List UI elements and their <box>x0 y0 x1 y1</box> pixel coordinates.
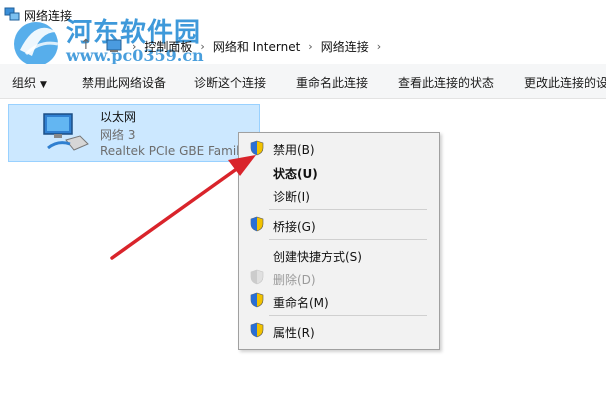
diagnose-connection-button[interactable]: 诊断这个连接 <box>194 74 266 91</box>
menu-item-diagnose[interactable]: 诊断(I) <box>273 188 310 205</box>
menu-separator <box>269 239 427 240</box>
caret-down-icon: ▼ <box>40 80 47 90</box>
menu-item-create-shortcut[interactable]: 创建快捷方式(S) <box>273 248 362 265</box>
menu-item-delete: 删除(D) <box>273 273 316 287</box>
control-panel-icon <box>106 39 122 52</box>
chevron-right-icon[interactable]: › <box>308 40 312 53</box>
menu-separator <box>269 209 427 210</box>
breadcrumb-control-panel[interactable]: 控制面板 <box>144 38 192 55</box>
breadcrumb-network-internet[interactable]: 网络和 Internet <box>213 38 300 55</box>
menu-item-properties[interactable]: 属性(R) <box>273 324 315 341</box>
organize-button[interactable]: 组织 ▼ <box>12 74 47 91</box>
chevron-right-icon[interactable]: › <box>377 40 381 53</box>
menu-item-bridge[interactable]: 桥接(G) <box>273 218 316 235</box>
menu-item-rename[interactable]: 重命名(M) <box>273 294 329 311</box>
uac-shield-icon <box>250 292 264 308</box>
organize-label: 组织 <box>12 76 37 90</box>
chevron-right-icon[interactable]: › <box>200 40 204 53</box>
uac-shield-icon <box>250 269 264 285</box>
command-bar: 组织 ▼ 禁用此网络设备 诊断这个连接 重命名此连接 查看此连接的状态 更改此连接… <box>0 64 606 99</box>
rename-connection-button[interactable]: 重命名此连接 <box>296 74 368 91</box>
chevron-right-icon[interactable]: › <box>132 40 136 53</box>
uac-shield-icon <box>250 140 264 156</box>
uac-shield-icon <box>250 216 264 232</box>
uac-shield-icon <box>250 322 264 338</box>
view-status-button[interactable]: 查看此连接的状态 <box>398 74 494 91</box>
breadcrumb: › 控制面板 › 网络和 Internet › 网络连接 › <box>124 38 389 55</box>
context-menu: 禁用(B) 状态(U) 诊断(I) 桥接(G) 创建快捷方式(S) 删除(D) … <box>238 132 440 350</box>
breadcrumb-network-connections[interactable]: 网络连接 <box>321 38 369 55</box>
adapter-network: 网络 3 <box>100 128 136 142</box>
disable-device-button[interactable]: 禁用此网络设备 <box>82 74 166 91</box>
change-settings-button[interactable]: 更改此连接的设 <box>524 74 606 91</box>
menu-item-status[interactable]: 状态(U) <box>273 165 318 182</box>
menu-item-disable[interactable]: 禁用(B) <box>273 141 315 158</box>
adapter-name: 以太网 <box>100 110 137 124</box>
menu-separator <box>269 315 427 316</box>
adapter-device: Realtek PCIe GBE Family Controller <box>100 144 254 158</box>
ethernet-adapter-icon <box>43 113 89 151</box>
up-arrow-icon[interactable]: ↑ <box>80 37 92 53</box>
